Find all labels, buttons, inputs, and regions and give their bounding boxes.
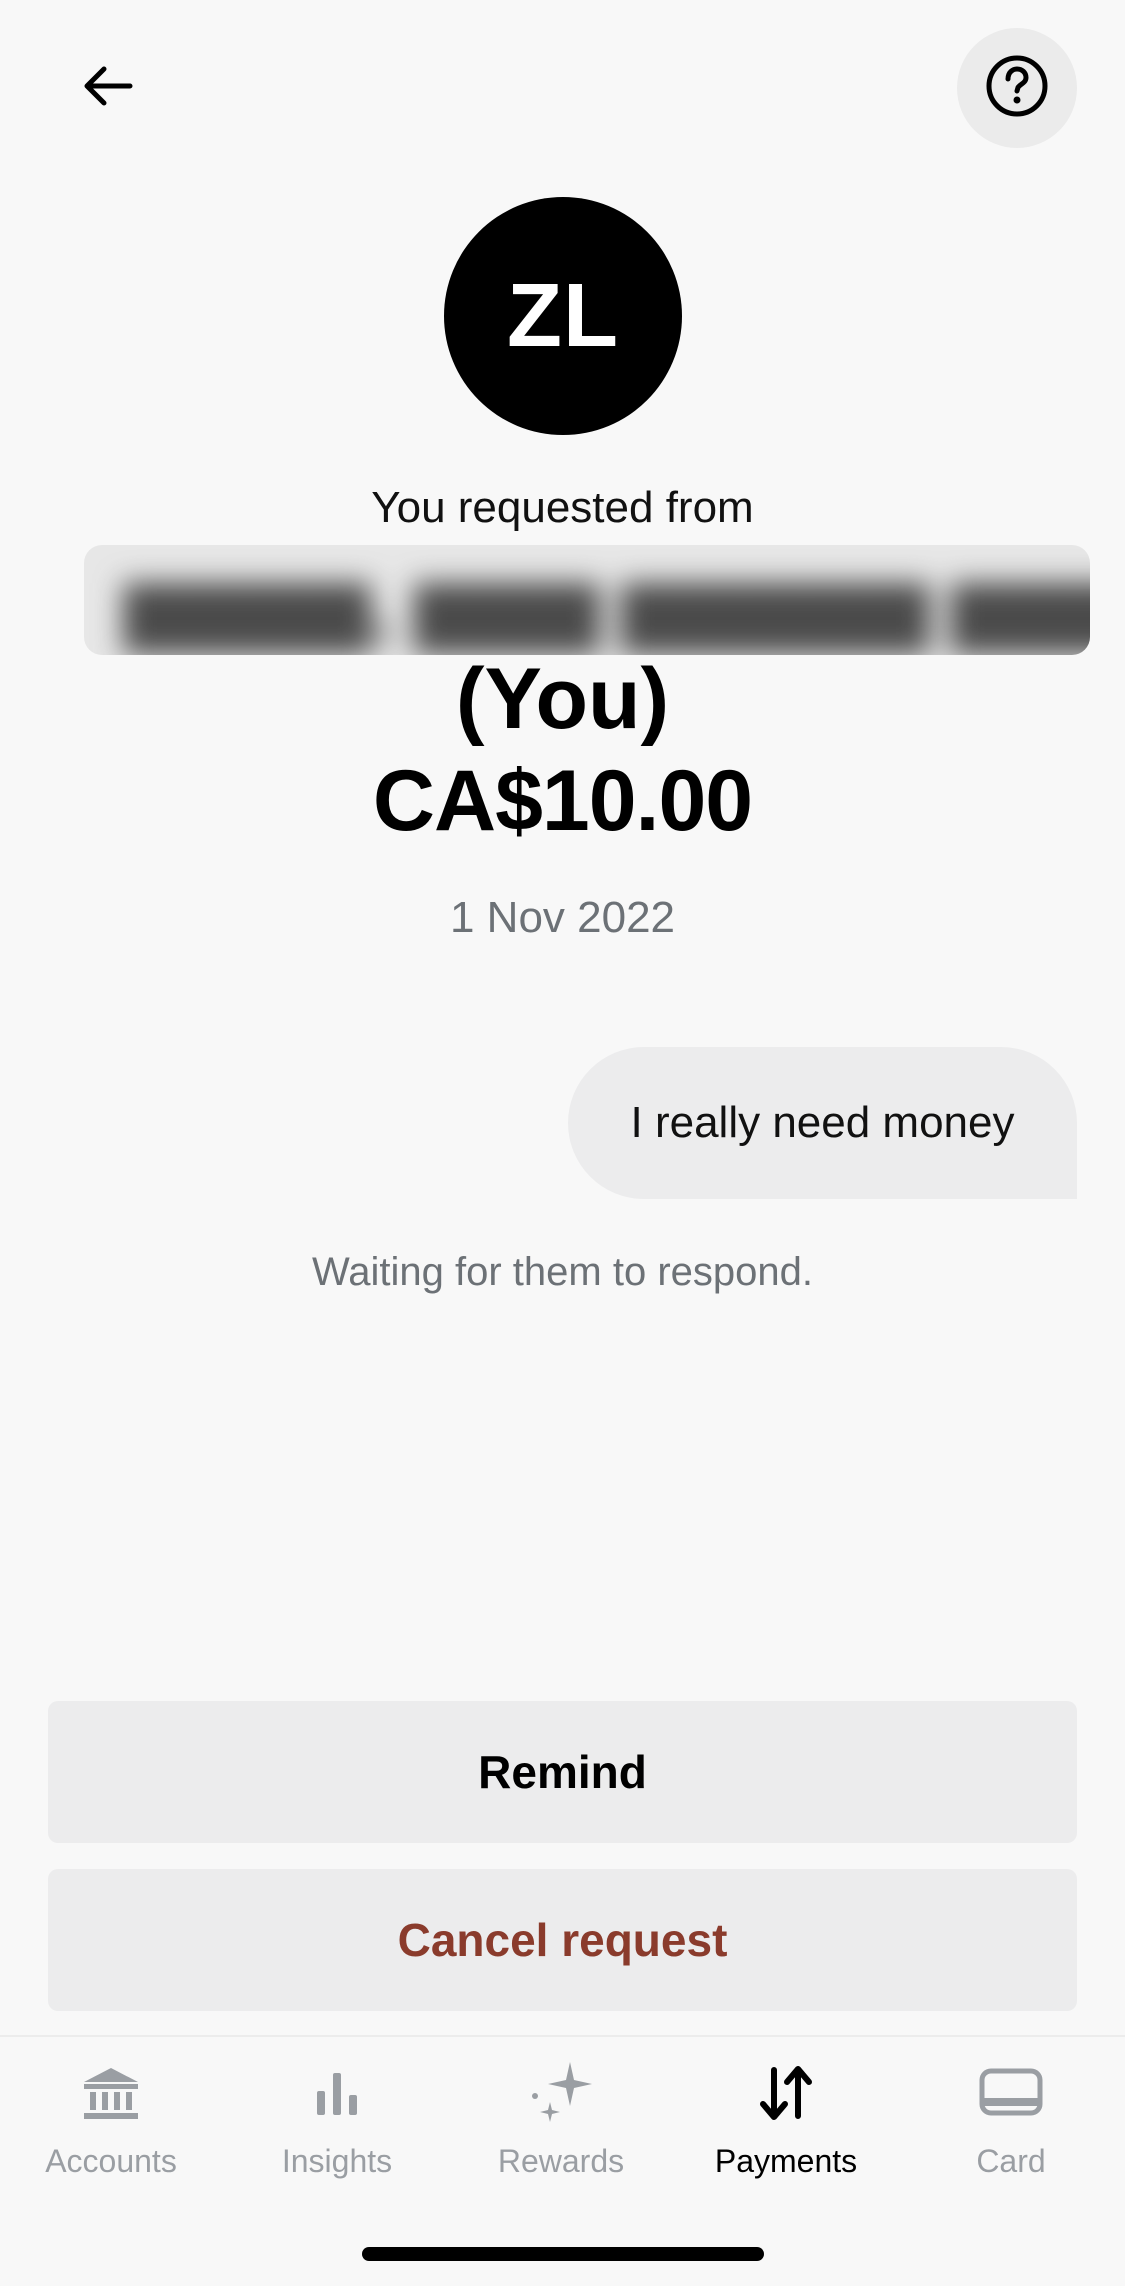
tab-payments-label: Payments xyxy=(714,2143,858,2179)
tab-card-label: Card xyxy=(976,2143,1046,2179)
tab-insights-label: Insights xyxy=(281,2143,393,2179)
message-bubble: I really need money xyxy=(568,1047,1077,1199)
remind-button-label: Remind xyxy=(478,1746,647,1798)
tab-rewards[interactable]: Rewards xyxy=(461,2057,661,2207)
back-button[interactable] xyxy=(60,40,156,136)
request-amount: CA$10.00 xyxy=(372,753,753,849)
tab-insights[interactable]: Insights xyxy=(237,2057,437,2207)
home-indicator[interactable] xyxy=(362,2247,764,2261)
recipient-you-label: (You) xyxy=(455,651,670,747)
bar-chart-icon xyxy=(297,2057,377,2129)
redacted-recipient-name: ▆▆▆▆, ▆▆▆ ▆▆▆▆▆ ▆▆▆ xyxy=(84,545,1090,655)
tab-accounts[interactable]: Accounts xyxy=(11,2057,211,2207)
cancel-request-button[interactable]: Cancel request xyxy=(48,1869,1077,2011)
card-icon xyxy=(971,2057,1051,2129)
arrow-left-icon xyxy=(80,58,136,119)
tab-rewards-label: Rewards xyxy=(497,2143,625,2179)
tab-accounts-label: Accounts xyxy=(45,2143,177,2179)
remind-button[interactable]: Remind xyxy=(48,1701,1077,1843)
tab-payments[interactable]: Payments xyxy=(686,2057,886,2207)
message-text: I really need money xyxy=(630,1098,1015,1147)
question-circle-icon xyxy=(984,53,1050,124)
transfer-arrows-icon xyxy=(746,2057,826,2129)
cancel-request-button-label: Cancel request xyxy=(397,1914,728,1966)
status-text: Waiting for them to respond. xyxy=(312,1250,813,1294)
bank-icon xyxy=(71,2057,151,2129)
avatar: ZL xyxy=(444,197,682,435)
help-button[interactable] xyxy=(957,28,1077,148)
tab-card[interactable]: Card xyxy=(911,2057,1111,2207)
sparkle-icon xyxy=(521,2057,601,2129)
avatar-initials: ZL xyxy=(507,265,619,366)
requested-from-label: You requested from xyxy=(371,483,754,532)
request-date: 1 Nov 2022 xyxy=(449,893,676,942)
